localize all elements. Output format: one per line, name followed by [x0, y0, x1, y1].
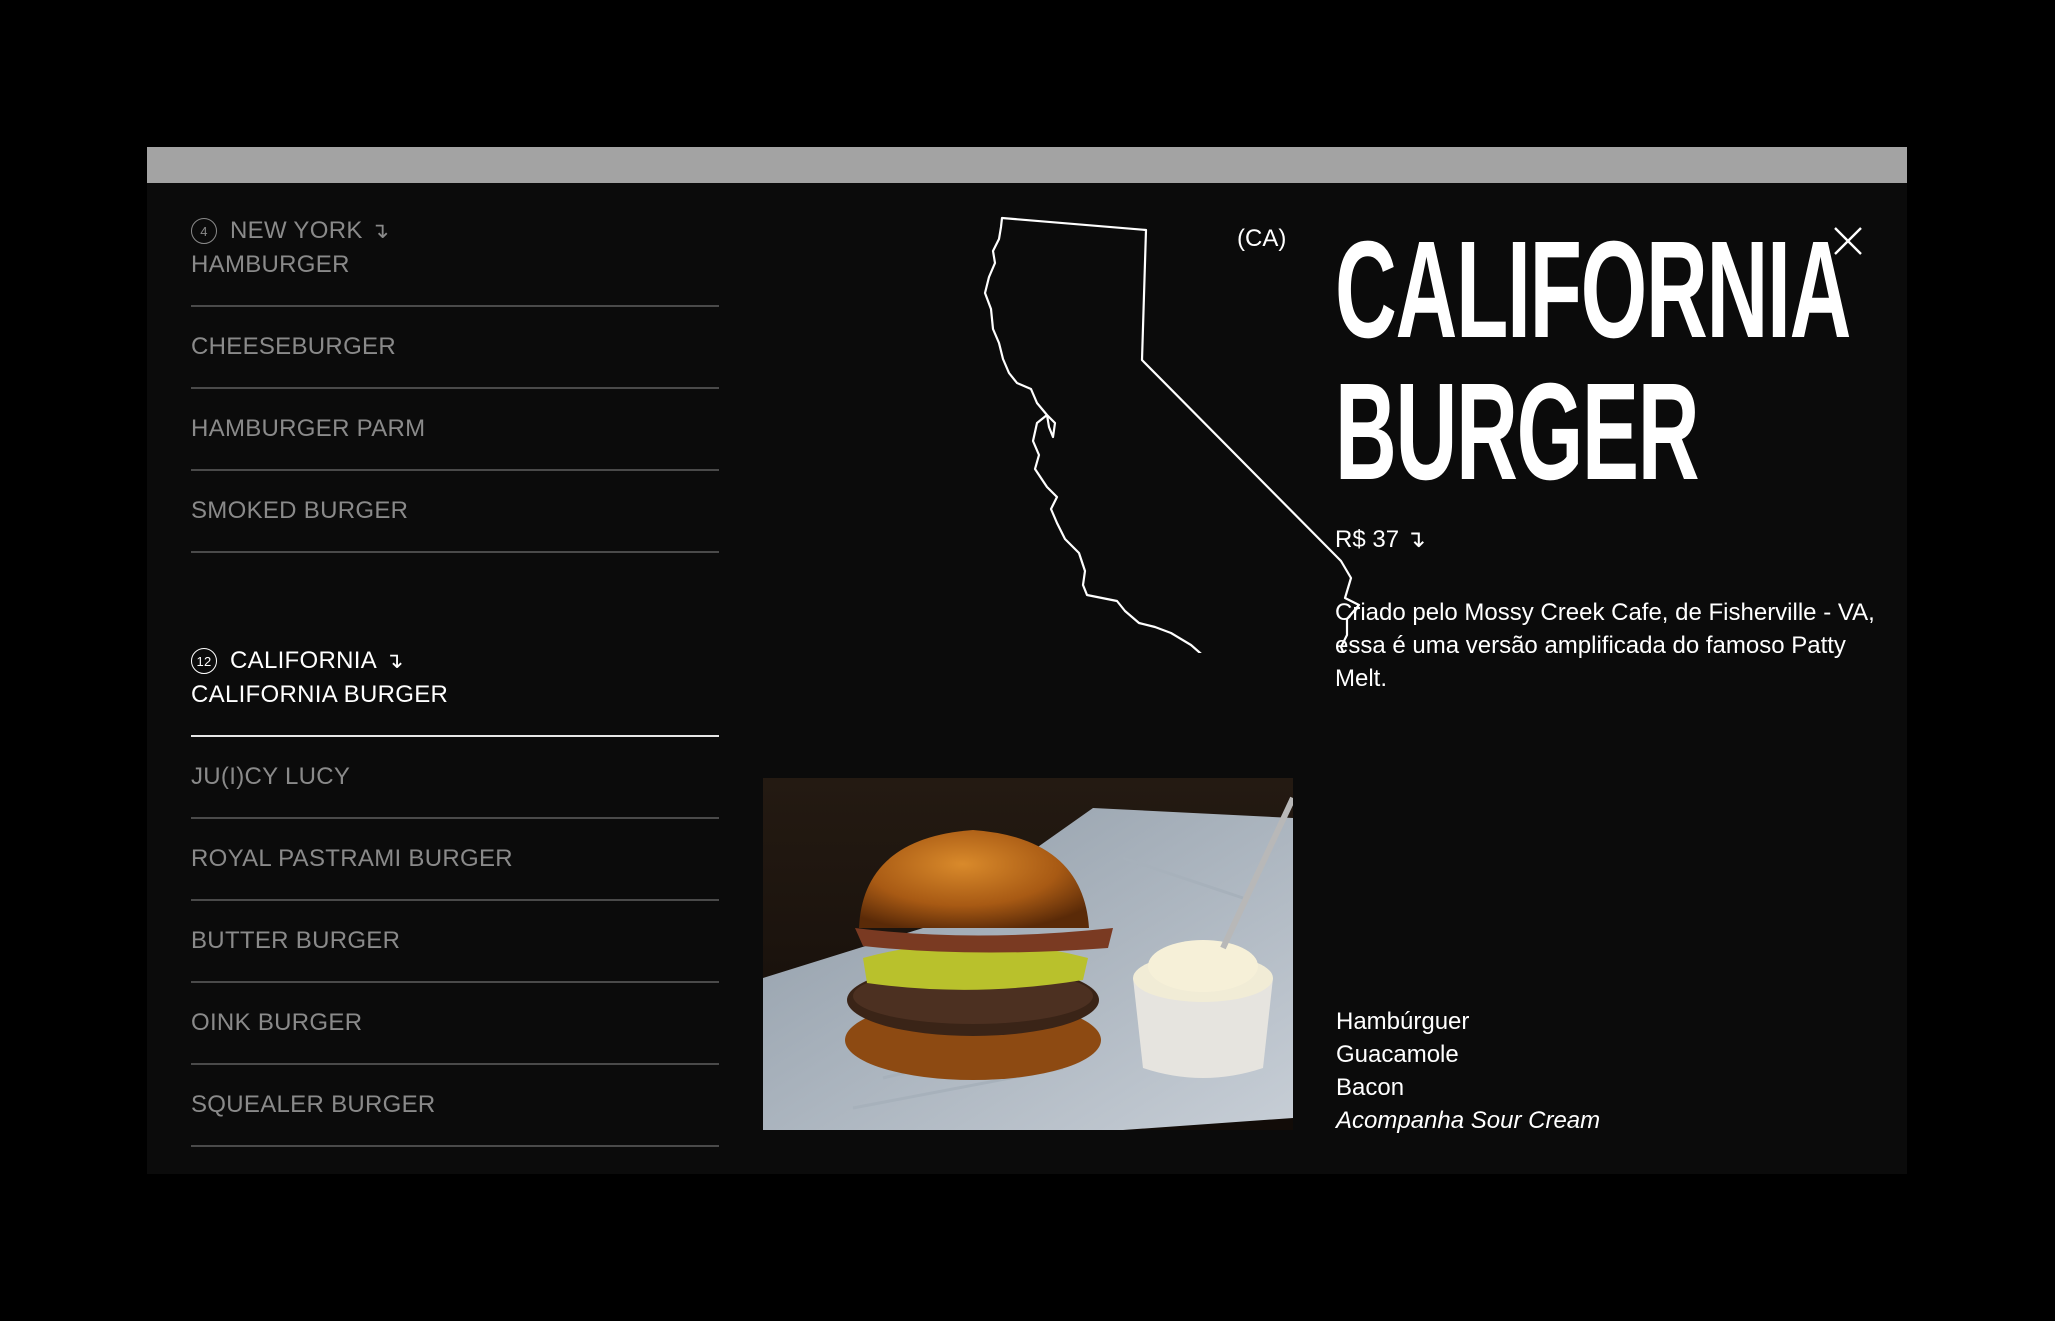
ingredient-item: Guacamole [1336, 1041, 1459, 1068]
menu-item-hamburger[interactable]: HAMBURGER [191, 225, 719, 307]
menu-item-butter-burger[interactable]: BUTTER BURGER [191, 901, 719, 983]
menu-item-label: OINK BURGER [191, 1009, 363, 1036]
menu-item-label: JU(I)CY LUCY [191, 763, 351, 790]
menu-modal: 4 NEW YORK ↴ HAMBURGER CHEESEBURGER HAMB… [147, 147, 1907, 1174]
menu-item-royal-pastrami-burger[interactable]: ROYAL PASTRAMI BURGER [191, 819, 719, 901]
price-value: R$ 37 [1335, 526, 1400, 553]
state-abbreviation: (CA) [1237, 225, 1287, 252]
menu-item-label: CHEESEBURGER [191, 333, 396, 360]
menu-item-juicy-lucy[interactable]: JU(I)CY LUCY [191, 737, 719, 819]
california-map-icon [983, 216, 1361, 653]
burger-description: Criado pelo Mossy Creek Cafe, de Fisherv… [1335, 599, 1875, 692]
burger-title-line2: BURGER [1335, 355, 1700, 509]
ingredient-list: Hambúrguer Guacamole Bacon Acompanha Sou… [1336, 1005, 1600, 1137]
burger-price: R$ 37 ↴ [1335, 525, 1426, 554]
window-titlebar [147, 147, 1907, 183]
menu-item-squealer-burger[interactable]: SQUEALER BURGER [191, 1065, 719, 1147]
arrow-down-right-icon: ↴ [1405, 526, 1426, 553]
menu-item-label: BUTTER BURGER [191, 927, 401, 954]
burger-title: CALIFORNIA BURGER [1335, 213, 1851, 509]
burger-photo [763, 778, 1293, 1130]
menu-item-smoked-burger[interactable]: SMOKED BURGER [191, 471, 719, 553]
ingredient-item: Bacon [1336, 1074, 1405, 1101]
menu-item-hamburger-parm[interactable]: HAMBURGER PARM [191, 389, 719, 471]
menu-item-cheeseburger[interactable]: CHEESEBURGER [191, 307, 719, 389]
menu-item-label: HAMBURGER PARM [191, 415, 426, 442]
menu-item-label: HAMBURGER [191, 251, 350, 278]
close-icon[interactable] [1832, 225, 1864, 257]
ingredient-item: Hambúrguer [1336, 1008, 1470, 1035]
menu-item-oink-burger[interactable]: OINK BURGER [191, 983, 719, 1065]
menu-item-label: SMOKED BURGER [191, 497, 409, 524]
burger-title-line1: CALIFORNIA [1335, 213, 1851, 367]
burger-menu-list: 4 NEW YORK ↴ HAMBURGER CHEESEBURGER HAMB… [191, 183, 719, 1174]
menu-item-label: ROYAL PASTRAMI BURGER [191, 845, 513, 872]
side-note: Acompanha Sour Cream [1336, 1107, 1601, 1134]
menu-item-california-burger[interactable]: CALIFORNIA BURGER [191, 655, 719, 737]
menu-item-label: SQUEALER BURGER [191, 1091, 436, 1118]
menu-item-label: CALIFORNIA BURGER [191, 681, 449, 708]
